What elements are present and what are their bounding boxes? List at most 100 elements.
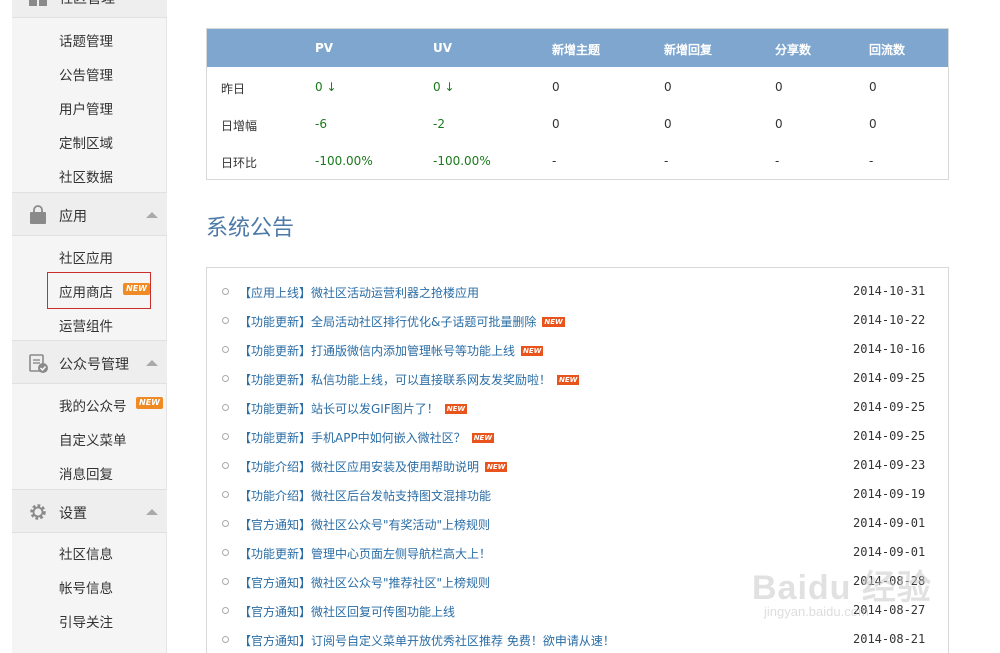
sidebar-item-label: 社区数据 — [59, 170, 113, 186]
table-cell: 0 ↓ — [315, 80, 337, 94]
sidebar-item-guide-follow[interactable]: 引导关注 — [12, 602, 167, 636]
list-item[interactable]: 【功能介绍】微社区后台发帖支持图文混排功能 2014-09-19 — [207, 483, 948, 512]
sidebar-item-my-accounts[interactable]: 我的公众号 NEW — [12, 386, 167, 420]
notice-title: 【官方通知】微社区公众号"有奖活动"上榜规则 — [239, 518, 491, 532]
table-cell: - — [664, 154, 669, 168]
notice-link[interactable]: 【官方通知】微社区公众号"有奖活动"上榜规则 — [239, 516, 490, 533]
stats-table: PV UV 新增主题 新增回复 分享数 回流数 昨日 0 ↓ 0 ↓ 0 0 0… — [206, 28, 949, 180]
list-item[interactable]: 【官方通知】订阅号自定义菜单开放优秀社区推荐 免费！欲申请从速！ 2014-08-… — [207, 628, 948, 653]
sidebar-item-community-apps[interactable]: 社区应用 — [12, 238, 167, 272]
notice-title: 【官方通知】微社区公众号"推荐社区"上榜规则 — [239, 576, 491, 590]
bullet-icon — [222, 346, 229, 353]
stats-table-header: PV UV 新增主题 新增回复 分享数 回流数 — [207, 29, 948, 67]
notice-link[interactable]: 【功能介绍】微社区后台发帖支持图文混排功能 — [239, 487, 491, 504]
sidebar-item-label: 运营组件 — [59, 319, 113, 335]
sidebar-group-settings[interactable]: 设置 — [12, 489, 167, 533]
list-item[interactable]: 【应用上线】微社区活动运营利器之抢楼应用 2014-10-31 — [207, 280, 948, 309]
sidebar-item-community-info[interactable]: 社区信息 — [12, 534, 167, 568]
sidebar-item-announcements[interactable]: 公告管理 — [12, 55, 167, 89]
notice-link[interactable]: 【官方通知】订阅号自定义菜单开放优秀社区推荐 免费！欲申请从速！ — [239, 632, 615, 649]
notice-date: 2014-09-23 — [853, 458, 926, 472]
notice-link[interactable]: 【官方通知】微社区公众号"推荐社区"上榜规则 — [239, 574, 490, 591]
chevron-up-icon[interactable] — [146, 212, 158, 218]
notice-title: 【功能介绍】微社区应用安装及使用帮助说明 — [239, 460, 480, 474]
sidebar-item-label: 公告管理 — [59, 68, 113, 84]
sidebar-item-label: 引导关注 — [59, 615, 113, 631]
new-badge: NEW — [471, 433, 495, 443]
list-item[interactable]: 【功能更新】手机APP中如何嵌入微社区？ NEW 2014-09-25 — [207, 425, 948, 454]
gear-icon — [30, 504, 46, 520]
bullet-icon — [222, 375, 229, 382]
notice-title: 【功能介绍】微社区后台发帖支持图文混排功能 — [239, 489, 492, 503]
table-cell: 0 — [775, 117, 783, 131]
sidebar-item-label: 话题管理 — [59, 34, 113, 50]
notice-link[interactable]: 【功能更新】打通版微信内添加管理帐号等功能上线 NEW — [239, 342, 544, 359]
notice-link[interactable]: 【功能更新】私信功能上线，可以直接联系网友发奖励啦！ NEW — [239, 371, 580, 388]
notice-link[interactable]: 【功能更新】全局活动社区排行优化&子话题可批量删除 NEW — [239, 313, 565, 330]
new-badge: NEW — [136, 397, 163, 409]
sidebar-item-account-info[interactable]: 帐号信息 — [12, 568, 167, 602]
row-label: 日增幅 — [221, 119, 258, 133]
notice-date: 2014-09-25 — [853, 400, 926, 414]
notice-link[interactable]: 【功能更新】管理中心页面左侧导航栏高大上！ — [239, 545, 491, 562]
list-item[interactable]: 【官方通知】微社区公众号"有奖活动"上榜规则 2014-09-01 — [207, 512, 948, 541]
watermark-brand: Baidu 经验 — [752, 569, 932, 607]
notice-link[interactable]: 【功能更新】手机APP中如何嵌入微社区？ NEW — [239, 429, 495, 446]
sidebar-item-message-reply[interactable]: 消息回复 — [12, 454, 167, 488]
sidebar-group-official-accounts[interactable]: 公众号管理 — [12, 340, 167, 384]
baidu-jingyan-watermark: Baidu 经验 jingyan.baidu.com — [752, 560, 962, 630]
notice-date: 2014-09-01 — [853, 545, 926, 559]
notice-date: 2014-10-31 — [853, 284, 926, 298]
section-title: 系统公告 — [206, 216, 295, 241]
bullet-icon — [222, 549, 229, 556]
notice-link[interactable]: 【官方通知】微社区回复可传图功能上线 — [239, 603, 455, 620]
sidebar-item-custom-area[interactable]: 定制区域 — [12, 123, 167, 157]
notice-date: 2014-09-25 — [853, 429, 926, 443]
table-cell: - — [552, 154, 557, 168]
notice-link[interactable]: 【功能更新】站长可以发GIF图片了！ NEW — [239, 400, 468, 417]
table-cell: 0 — [869, 80, 877, 94]
sidebar-group-apps[interactable]: 应用 — [12, 192, 167, 236]
chevron-up-icon[interactable] — [146, 360, 158, 366]
row-label: 昨日 — [221, 82, 246, 96]
chevron-up-icon[interactable] — [146, 509, 158, 515]
sidebar-item-users[interactable]: 用户管理 — [12, 89, 167, 123]
new-badge: NEW — [542, 317, 565, 327]
list-item[interactable]: 【功能介绍】微社区应用安装及使用帮助说明 NEW 2014-09-23 — [207, 454, 948, 483]
table-cell: 0 — [869, 117, 877, 131]
sidebar-item-community-data[interactable]: 社区数据 — [12, 157, 167, 191]
table-cell: -100.00% — [315, 154, 373, 168]
notice-date: 2014-09-19 — [853, 487, 926, 501]
table-cell: - — [775, 154, 780, 168]
table-cell: -6 — [315, 117, 327, 131]
clipboard-check-icon — [29, 354, 48, 373]
list-item[interactable]: 【功能更新】私信功能上线，可以直接联系网友发奖励啦！ NEW 2014-09-25 — [207, 367, 948, 396]
sidebar-item-ops-components[interactable]: 运营组件 — [12, 306, 167, 340]
notice-title: 【官方通知】微社区回复可传图功能上线 — [239, 605, 456, 619]
notice-link[interactable]: 【应用上线】微社区活动运营利器之抢楼应用 — [239, 284, 479, 301]
notice-date: 2014-10-22 — [853, 313, 926, 327]
list-item[interactable]: 【功能更新】站长可以发GIF图片了！ NEW 2014-09-25 — [207, 396, 948, 425]
sidebar-group-community[interactable]: 社区管理 — [12, 0, 167, 18]
sidebar-item-label: 社区应用 — [59, 251, 113, 267]
notice-title: 【官方通知】订阅号自定义菜单开放优秀社区推荐 免费！欲申请从速！ — [239, 634, 615, 648]
new-badge: NEW — [485, 462, 508, 472]
sidebar-item-label: 消息回复 — [59, 467, 113, 483]
list-item[interactable]: 【功能更新】打通版微信内添加管理帐号等功能上线 NEW 2014-10-16 — [207, 338, 948, 367]
highlight-box — [47, 272, 151, 309]
sidebar-item-topics[interactable]: 话题管理 — [12, 21, 167, 55]
bag-icon — [30, 205, 46, 224]
watermark-url: jingyan.baidu.com — [764, 604, 869, 619]
sidebar: 社区管理 话题管理 公告管理 用户管理 定制区域 社区数据 应用 社区应用 应用… — [12, 0, 167, 653]
notice-title: 【功能更新】私信功能上线，可以直接联系网友发奖励啦！ — [239, 373, 552, 387]
bullet-icon — [222, 404, 229, 411]
column-header-returns: 回流数 — [869, 43, 906, 57]
sidebar-item-custom-menu[interactable]: 自定义菜单 — [12, 420, 167, 454]
sidebar-item-label: 用户管理 — [59, 102, 113, 118]
column-header-new-topics: 新增主题 — [552, 43, 601, 57]
new-badge: NEW — [444, 404, 468, 414]
notice-link[interactable]: 【功能介绍】微社区应用安装及使用帮助说明 NEW — [239, 458, 508, 475]
bullet-icon — [222, 491, 229, 498]
list-item[interactable]: 【功能更新】全局活动社区排行优化&子话题可批量删除 NEW 2014-10-22 — [207, 309, 948, 338]
notice-title: 【功能更新】全局活动社区排行优化&子话题可批量删除 — [239, 315, 537, 329]
